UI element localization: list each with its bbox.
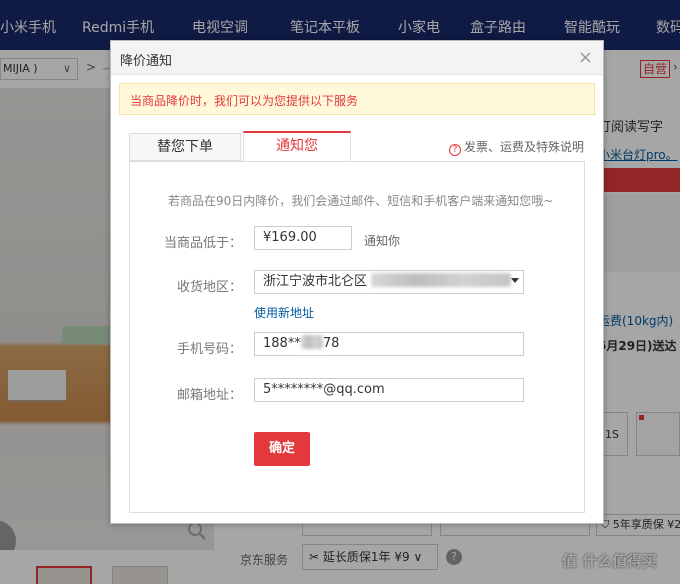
intro-text: 若商品在90日内降价，我们会通过邮件、短信和手机客户端来通知您哦~ <box>168 194 554 208</box>
tab-notify-you[interactable]: 通知您 <box>243 131 351 161</box>
phone-prefix: 188** <box>263 336 301 351</box>
notice-text: 当商品降价时，我们可以为您提供以下服务 <box>130 94 359 108</box>
question-icon: ? <box>449 144 461 156</box>
email-label: 邮箱地址： <box>176 388 242 403</box>
invoice-help-label: 发票、运费及特殊说明 <box>464 140 585 154</box>
confirm-button[interactable]: 确定 <box>254 432 310 466</box>
notice-banner: 当商品降价时，我们可以为您提供以下服务 <box>119 83 595 115</box>
region-select[interactable]: 浙江宁波市北仑区 <box>254 270 524 294</box>
close-icon[interactable]: × <box>578 47 593 68</box>
price-drop-dialog: 降价通知 × 当商品降价时，我们可以为您提供以下服务 替您下单 通知您 ? 发票、… <box>110 40 604 524</box>
phone-label: 手机号码： <box>176 342 242 357</box>
tab-order-for-you[interactable]: 替您下单 <box>129 133 241 161</box>
price-input[interactable]: ¥169.00 <box>254 226 352 250</box>
notify-panel: 若商品在90日内降价，我们会通过邮件、短信和手机客户端来通知您哦~ 当商品低于：… <box>129 161 585 513</box>
price-label: 当商品低于： <box>163 236 242 251</box>
region-label: 收货地区： <box>176 280 242 295</box>
dialog-header: 降价通知 × <box>111 41 603 75</box>
redacted-region <box>371 273 512 287</box>
region-value: 浙江宁波市北仑区 <box>263 274 368 289</box>
invoice-help-link[interactable]: ? 发票、运费及特殊说明 <box>449 138 584 156</box>
dialog-title: 降价通知 <box>120 54 173 69</box>
email-input[interactable]: 5********@qq.com <box>254 378 524 402</box>
new-address-link[interactable]: 使用新地址 <box>254 304 314 321</box>
price-unit: 通知你 <box>364 234 401 248</box>
dropdown-arrow-icon <box>511 278 519 283</box>
redacted-phone <box>300 335 323 349</box>
phone-suffix: 78 <box>322 336 340 351</box>
phone-input[interactable]: 188** 78 <box>254 332 524 356</box>
